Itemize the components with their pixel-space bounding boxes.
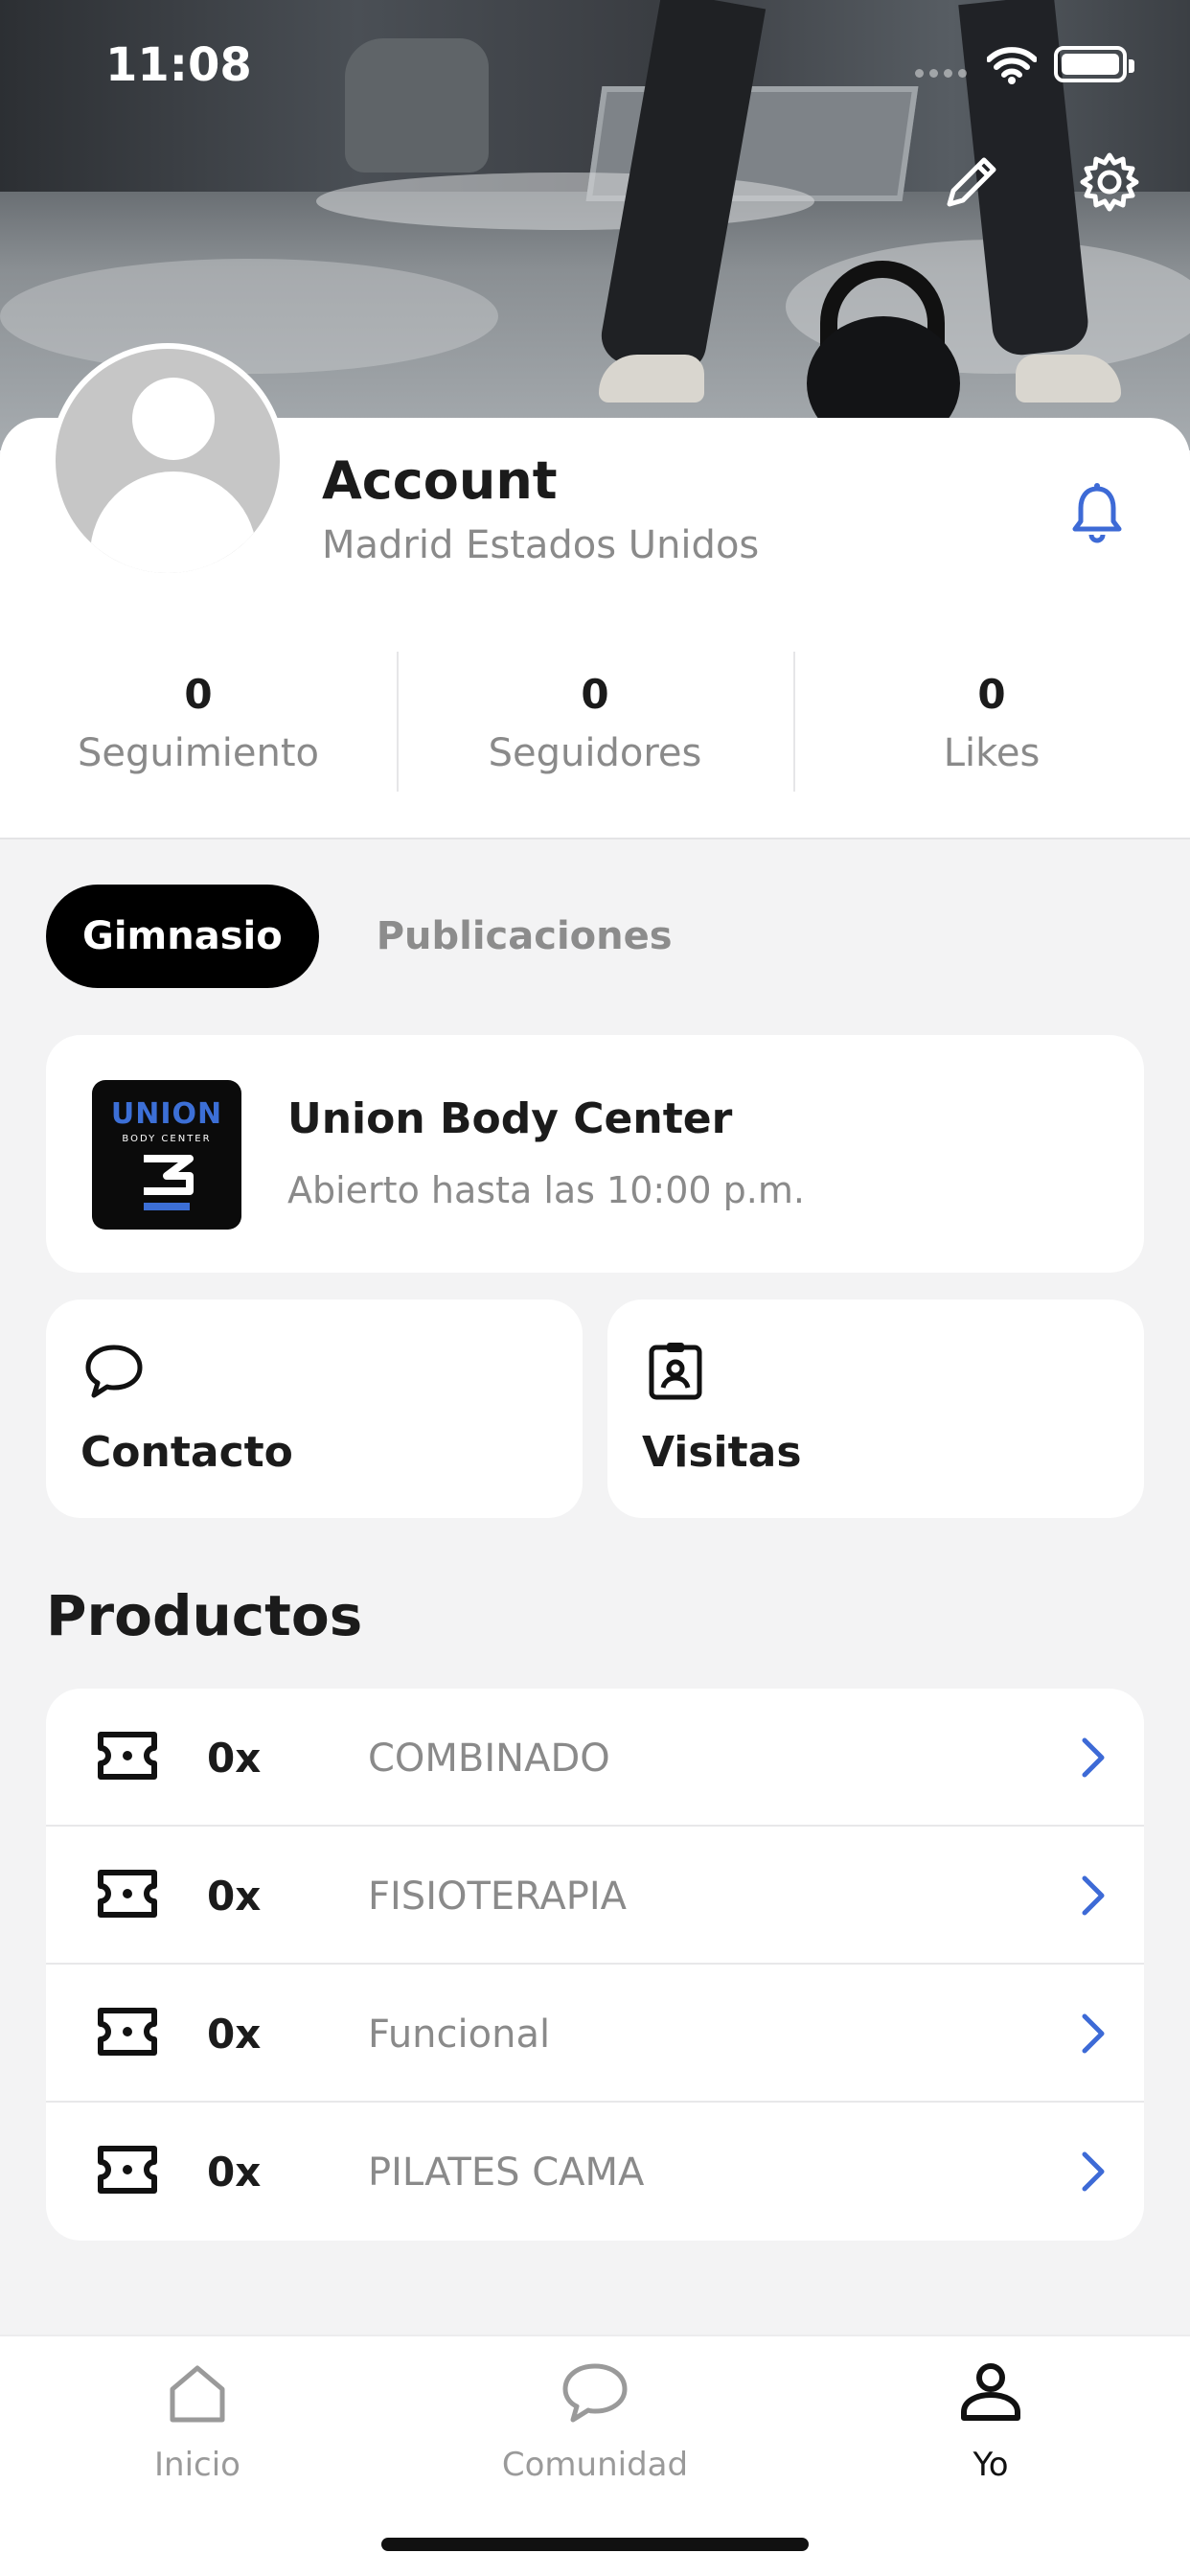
- ticket-icon: [98, 2008, 157, 2056]
- profile-tabs: Gimnasio Publicaciones: [46, 884, 673, 989]
- product-quantity: 0x: [207, 2149, 262, 2196]
- tab-label: Yo: [973, 2446, 1009, 2484]
- chevron-right-icon: [1082, 2151, 1105, 2192]
- visits-button[interactable]: Visitas: [607, 1300, 1144, 1518]
- chat-bubble-icon: [562, 2363, 628, 2423]
- contact-label: Contacto: [80, 1428, 293, 1477]
- ticket-icon: [98, 1732, 157, 1780]
- stat-label: Seguimiento: [77, 731, 320, 775]
- stat-label: Seguidores: [488, 731, 702, 775]
- tab-publicaciones[interactable]: Publicaciones: [377, 914, 673, 958]
- product-quantity: 0x: [207, 2011, 262, 2058]
- profile-screen: 11:08 Account Madrid Estados Unidos 0 Se…: [0, 0, 1190, 2576]
- contact-button[interactable]: Contacto: [46, 1300, 583, 1518]
- home-indicator: [381, 2538, 809, 2551]
- logo-mark: [144, 1155, 194, 1210]
- wifi-icon: [987, 47, 1037, 84]
- product-name: Funcional: [368, 2012, 551, 2057]
- ticket-icon: [98, 1870, 157, 1918]
- products-title: Productos: [46, 1583, 363, 1648]
- tab-yo[interactable]: Yo: [847, 2350, 1134, 2484]
- ticket-icon: [98, 2146, 157, 2194]
- product-quantity: 0x: [207, 1873, 262, 1920]
- profile-location: Madrid Estados Unidos: [322, 523, 760, 567]
- edit-profile-button[interactable]: [933, 144, 1010, 220]
- product-row[interactable]: 0x COMBINADO: [46, 1689, 1144, 1827]
- stat-value: 0: [977, 671, 1006, 718]
- product-row[interactable]: 0x Funcional: [46, 1965, 1144, 2103]
- product-row[interactable]: 0x FISIOTERAPIA: [46, 1827, 1144, 1965]
- product-name: FISIOTERAPIA: [368, 1874, 627, 1919]
- pencil-icon: [947, 157, 996, 207]
- chevron-right-icon: [1082, 2013, 1105, 2054]
- stat-followers[interactable]: 0 Seguidores: [397, 652, 793, 792]
- stat-following[interactable]: 0 Seguimiento: [0, 652, 397, 776]
- gym-card[interactable]: UNION BODY CENTER Union Body Center Abie…: [46, 1035, 1144, 1273]
- gym-logo: UNION BODY CENTER: [92, 1080, 241, 1230]
- visits-label: Visitas: [642, 1428, 802, 1477]
- tab-inicio[interactable]: Inicio: [54, 2350, 341, 2484]
- status-time: 11:08: [105, 38, 252, 92]
- gym-name: Union Body Center: [287, 1094, 733, 1143]
- notifications-button[interactable]: [1064, 479, 1131, 546]
- battery-icon: [1054, 46, 1134, 82]
- avatar[interactable]: [50, 343, 286, 579]
- gym-hours: Abierto hasta las 10:00 p.m.: [287, 1169, 805, 1211]
- tab-comunidad[interactable]: Comunidad: [451, 2350, 739, 2484]
- tab-label: Comunidad: [501, 2446, 689, 2484]
- chevron-right-icon: [1082, 1737, 1105, 1778]
- profile-name: Account: [322, 450, 558, 511]
- gear-icon: [1080, 152, 1139, 212]
- product-name: PILATES CAMA: [368, 2150, 645, 2195]
- chat-bubble-icon: [85, 1345, 143, 1398]
- products-list: 0x COMBINADO 0x FISIOTERAPIA 0x Funciona…: [46, 1689, 1144, 2241]
- person-icon: [961, 2363, 1020, 2421]
- stat-value: 0: [581, 671, 609, 718]
- bell-icon: [1072, 483, 1122, 543]
- home-icon: [170, 2365, 225, 2423]
- signal-icon: [915, 69, 973, 80]
- stat-likes[interactable]: 0 Likes: [793, 652, 1190, 792]
- product-quantity: 0x: [207, 1735, 262, 1782]
- chevron-right-icon: [1082, 1875, 1105, 1916]
- product-row[interactable]: 0x PILATES CAMA: [46, 2103, 1144, 2241]
- settings-button[interactable]: [1071, 144, 1148, 220]
- tab-label: Inicio: [154, 2446, 240, 2484]
- tab-gimnasio[interactable]: Gimnasio: [46, 885, 319, 988]
- stat-value: 0: [184, 671, 213, 718]
- profile-stats: 0 Seguimiento 0 Seguidores 0 Likes: [0, 652, 1190, 792]
- id-badge-icon: [649, 1343, 702, 1400]
- stat-label: Likes: [943, 731, 1041, 775]
- product-name: COMBINADO: [368, 1736, 610, 1781]
- status-bar: 11:08: [0, 0, 1190, 125]
